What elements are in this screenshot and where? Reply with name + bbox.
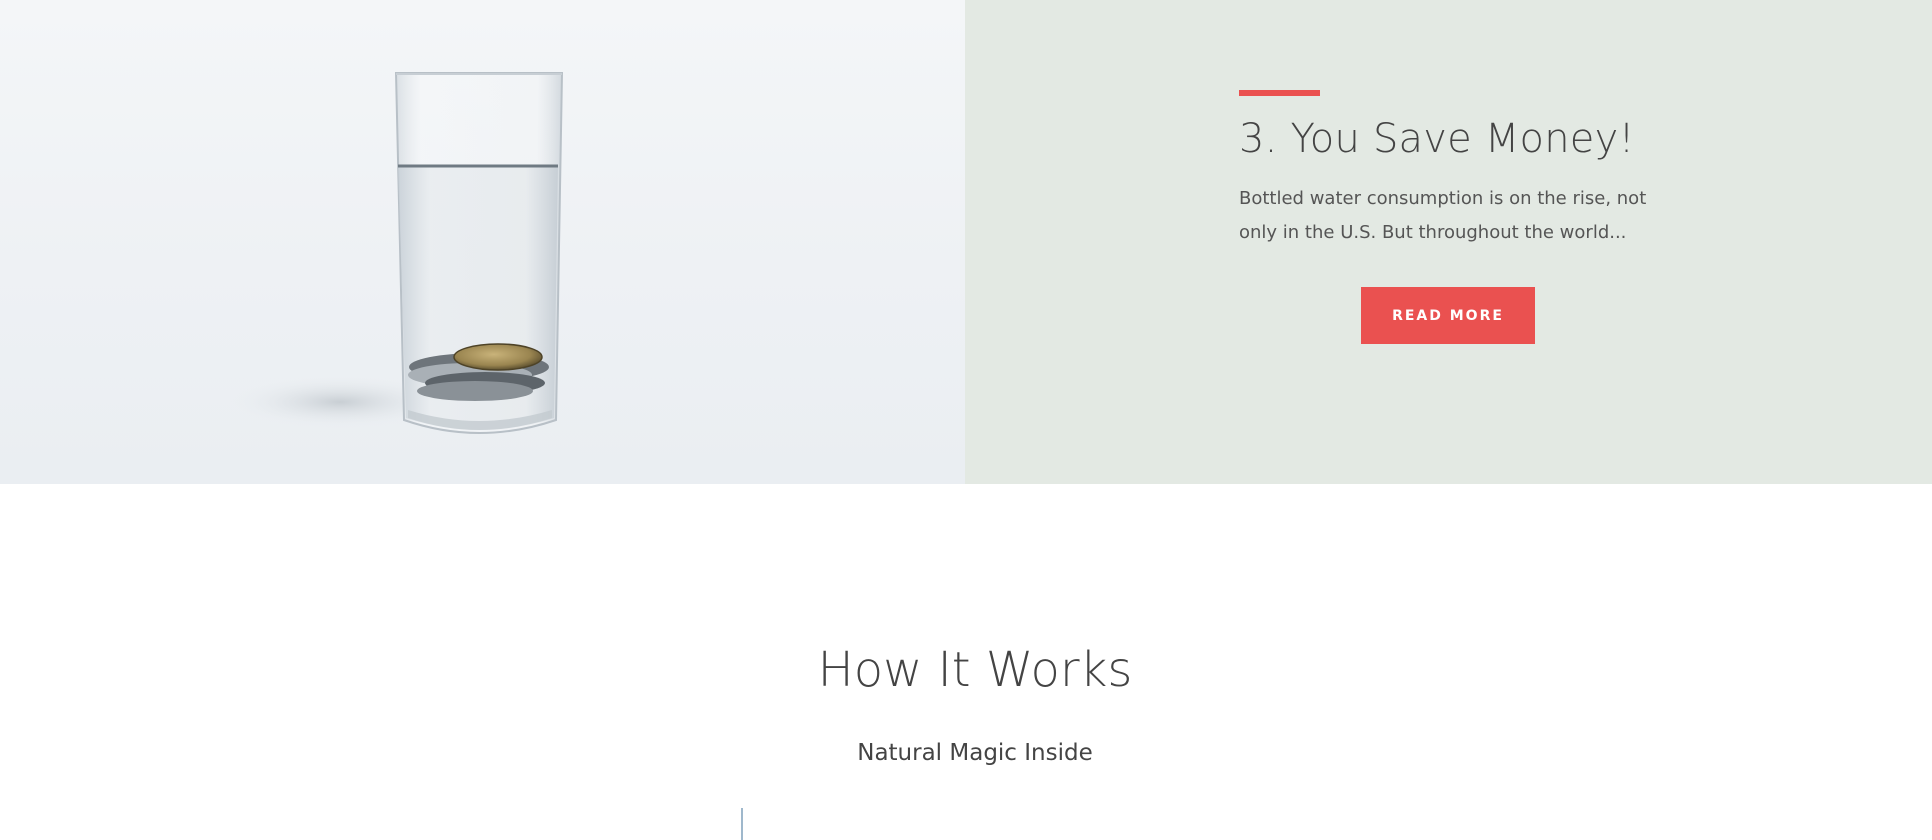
vertical-divider bbox=[741, 808, 743, 840]
how-it-works-section: How It Works Natural Magic Inside bbox=[0, 484, 1932, 840]
feature-section: 3. You Save Money! Bottled water consump… bbox=[0, 0, 1932, 484]
how-it-works-subtitle: Natural Magic Inside bbox=[857, 740, 1093, 766]
feature-text-panel: 3. You Save Money! Bottled water consump… bbox=[965, 0, 1932, 484]
feature-heading: 3. You Save Money! bbox=[1239, 116, 1635, 162]
glass-of-water-icon bbox=[230, 72, 564, 434]
heading-accent-line bbox=[1239, 90, 1320, 96]
how-it-works-title: How It Works bbox=[817, 642, 1133, 698]
feature-body-text: Bottled water consumption is on the rise… bbox=[1239, 188, 1647, 243]
glass-with-coins-image bbox=[0, 0, 965, 484]
read-more-button[interactable]: READ MORE bbox=[1361, 287, 1535, 344]
